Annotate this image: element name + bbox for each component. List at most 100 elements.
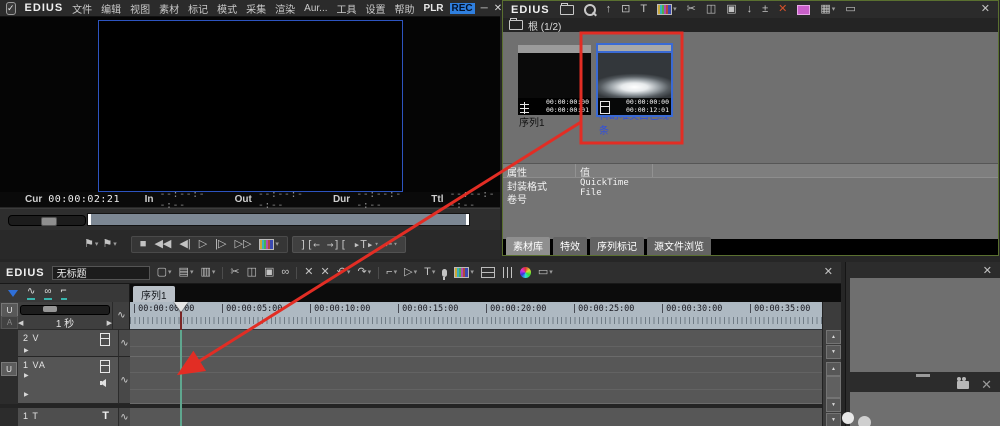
shuttle-slider[interactable] bbox=[8, 215, 86, 226]
sync-lock-1t[interactable]: ∿ bbox=[118, 408, 130, 426]
export-button[interactable]: ▾ bbox=[454, 267, 474, 278]
paste-button[interactable]: ▣ bbox=[264, 267, 274, 278]
scrollbar-thumb[interactable] bbox=[826, 376, 841, 398]
menu-render[interactable]: 渲染 bbox=[275, 1, 295, 16]
menu-clip[interactable]: 素材 bbox=[159, 1, 179, 16]
speaker-icon[interactable] bbox=[100, 379, 106, 387]
step-back-button[interactable]: ◀| bbox=[179, 239, 190, 250]
track-header-1va[interactable]: 1 VA ▶ ▶ bbox=[18, 357, 118, 404]
track-area[interactable] bbox=[130, 330, 822, 426]
zoom-level-label[interactable]: 1 秒 bbox=[23, 315, 106, 330]
tab-sequence-marker[interactable]: 序列标记 bbox=[590, 237, 644, 255]
expand-track-icon[interactable]: ▶ bbox=[24, 391, 29, 398]
insert-mode-button[interactable] bbox=[8, 290, 18, 297]
track-header-1t[interactable]: 1 T T bbox=[18, 408, 118, 426]
chevron-down-icon[interactable]: ▾ bbox=[95, 241, 99, 248]
edit-out-button[interactable]: →][ bbox=[327, 239, 347, 250]
overwrite-button[interactable]: ⌐▾ bbox=[386, 239, 398, 250]
cut-button[interactable]: ✂ bbox=[230, 267, 239, 278]
menu-capture[interactable]: 采集 bbox=[246, 1, 266, 16]
scroll-up-button[interactable]: ▲ bbox=[826, 330, 841, 344]
sync-lock-2v[interactable]: ∿ bbox=[118, 330, 130, 357]
add-cut-point-button[interactable]: ⌐▾ bbox=[386, 267, 397, 278]
monitor-output-button[interactable]: ▾ bbox=[259, 239, 279, 250]
color-bars-button[interactable]: ▾ bbox=[657, 4, 677, 15]
shuttle-handle[interactable] bbox=[41, 217, 57, 226]
play-around-button[interactable]: ▷▾ bbox=[404, 267, 417, 278]
title-tool-button[interactable]: T▾ bbox=[424, 267, 435, 278]
playhead[interactable] bbox=[174, 302, 188, 312]
track-header-2v[interactable]: 2 V ▶ bbox=[18, 330, 118, 357]
menu-mode[interactable]: 模式 bbox=[217, 1, 237, 16]
group-mode-button[interactable]: ∞ bbox=[44, 287, 51, 300]
clip-thumbnail[interactable]: 00:00:00:00 00:00:12:01 bbox=[598, 53, 671, 115]
sync-lock-1va[interactable]: ∿ bbox=[118, 357, 130, 404]
project-name-field[interactable]: 无标题 bbox=[52, 266, 150, 280]
scroll-down-button[interactable]: ▼ bbox=[826, 413, 841, 426]
menu-tools[interactable]: 工具 bbox=[337, 1, 357, 16]
table-row[interactable]: 卷号 bbox=[503, 191, 998, 204]
set-in-button[interactable]: ⚑▾ bbox=[84, 239, 98, 250]
scroll-down-button[interactable]: ▼ bbox=[826, 398, 841, 412]
clip-label[interactable]: 科幻唯美白色线条 bbox=[598, 115, 671, 128]
splitter-handle[interactable] bbox=[916, 374, 930, 377]
step-forward-button[interactable]: |▷ bbox=[215, 239, 226, 250]
position-marker[interactable] bbox=[88, 214, 91, 225]
track-a-button[interactable]: A bbox=[1, 316, 18, 329]
clip-label[interactable]: 序列1 bbox=[518, 115, 591, 128]
clip-card-sequence[interactable]: 00:00:00:00 00:00:00:01 序列1 bbox=[518, 45, 591, 128]
add-clip-button[interactable]: ⊡ bbox=[621, 4, 630, 15]
menu-help[interactable]: 帮助 bbox=[395, 1, 415, 16]
menu-file[interactable]: 文件 bbox=[72, 1, 92, 16]
plr-mode-button[interactable]: PLR bbox=[424, 3, 444, 14]
position-bar[interactable] bbox=[87, 213, 470, 226]
table-row[interactable]: 封装格式 QuickTime File bbox=[503, 178, 998, 191]
tab-source-browser[interactable]: 源文件浏览 bbox=[647, 237, 711, 255]
rec-mode-button[interactable]: REC bbox=[450, 3, 475, 14]
duplicate-button[interactable]: ∞ bbox=[281, 267, 289, 278]
tab-effects[interactable]: 特效 bbox=[553, 237, 587, 255]
ripple-delete-button[interactable]: ✕ bbox=[304, 267, 313, 278]
redo-button[interactable]: ↷▾ bbox=[357, 267, 371, 278]
timeline-zoom-slider[interactable] bbox=[20, 305, 110, 315]
clapper-button[interactable] bbox=[797, 5, 810, 15]
property-column-header[interactable]: 属性 bbox=[503, 164, 576, 177]
sequence-tab[interactable]: 序列1 bbox=[133, 286, 175, 303]
search-button[interactable] bbox=[584, 4, 596, 16]
clip-thumbnail[interactable]: 00:00:00:00 00:00:00:01 bbox=[518, 53, 591, 115]
scroll-down-button[interactable]: ▼ bbox=[826, 345, 841, 359]
menu-aur[interactable]: Aur... bbox=[304, 3, 327, 14]
track-lane-2v[interactable] bbox=[130, 330, 822, 357]
paste-button[interactable]: ▣ bbox=[726, 4, 736, 15]
tab-bin[interactable]: 素材库 bbox=[506, 237, 550, 255]
multicam-button[interactable] bbox=[481, 267, 495, 278]
sync-mode-button[interactable]: ⌐ bbox=[61, 287, 67, 300]
open-project-button[interactable]: ▤▾ bbox=[179, 267, 194, 278]
panel-layout-button[interactable]: ▭▾ bbox=[538, 267, 553, 278]
play-button[interactable]: ▷ bbox=[199, 239, 207, 250]
value-column-header[interactable]: 值 bbox=[576, 164, 653, 177]
menu-view[interactable]: 视图 bbox=[130, 1, 150, 16]
menu-edit[interactable]: 编辑 bbox=[101, 1, 121, 16]
selected-track-u-badge[interactable]: U bbox=[1, 362, 17, 376]
bin-close-button[interactable]: ✕ bbox=[981, 4, 998, 15]
new-folder-button[interactable] bbox=[560, 5, 574, 15]
set-out-button[interactable]: ⚑▾ bbox=[102, 239, 116, 250]
bin-window-button[interactable]: ▭ bbox=[845, 4, 855, 15]
insert-to-timeline-button[interactable]: ▸T▸▾ bbox=[354, 239, 379, 250]
expand-track-icon[interactable]: ▶ bbox=[24, 347, 29, 354]
new-sequence-button[interactable]: ▢▾ bbox=[157, 267, 172, 278]
undo-button[interactable]: ↶▾ bbox=[337, 267, 351, 278]
clip-card-video[interactable]: 00:00:00:00 00:00:12:01 科幻唯美白色线条 bbox=[598, 45, 671, 128]
sync-lock-header[interactable]: ∿ bbox=[112, 302, 130, 329]
color-correction-button[interactable] bbox=[520, 267, 531, 278]
sync-down-button[interactable]: ↓ bbox=[747, 4, 753, 15]
edit-in-button[interactable]: ][← bbox=[300, 239, 320, 250]
audio-mixer-button[interactable] bbox=[502, 267, 513, 278]
stop-button[interactable]: ■ bbox=[140, 239, 147, 250]
delete-button[interactable]: ✕ bbox=[778, 4, 787, 15]
camera-icon[interactable] bbox=[957, 381, 969, 389]
view-mode-button[interactable]: ▦▾ bbox=[820, 4, 835, 15]
ripple-mode-button[interactable]: ∿ bbox=[27, 287, 35, 300]
zoom-slider-handle[interactable] bbox=[43, 306, 57, 312]
